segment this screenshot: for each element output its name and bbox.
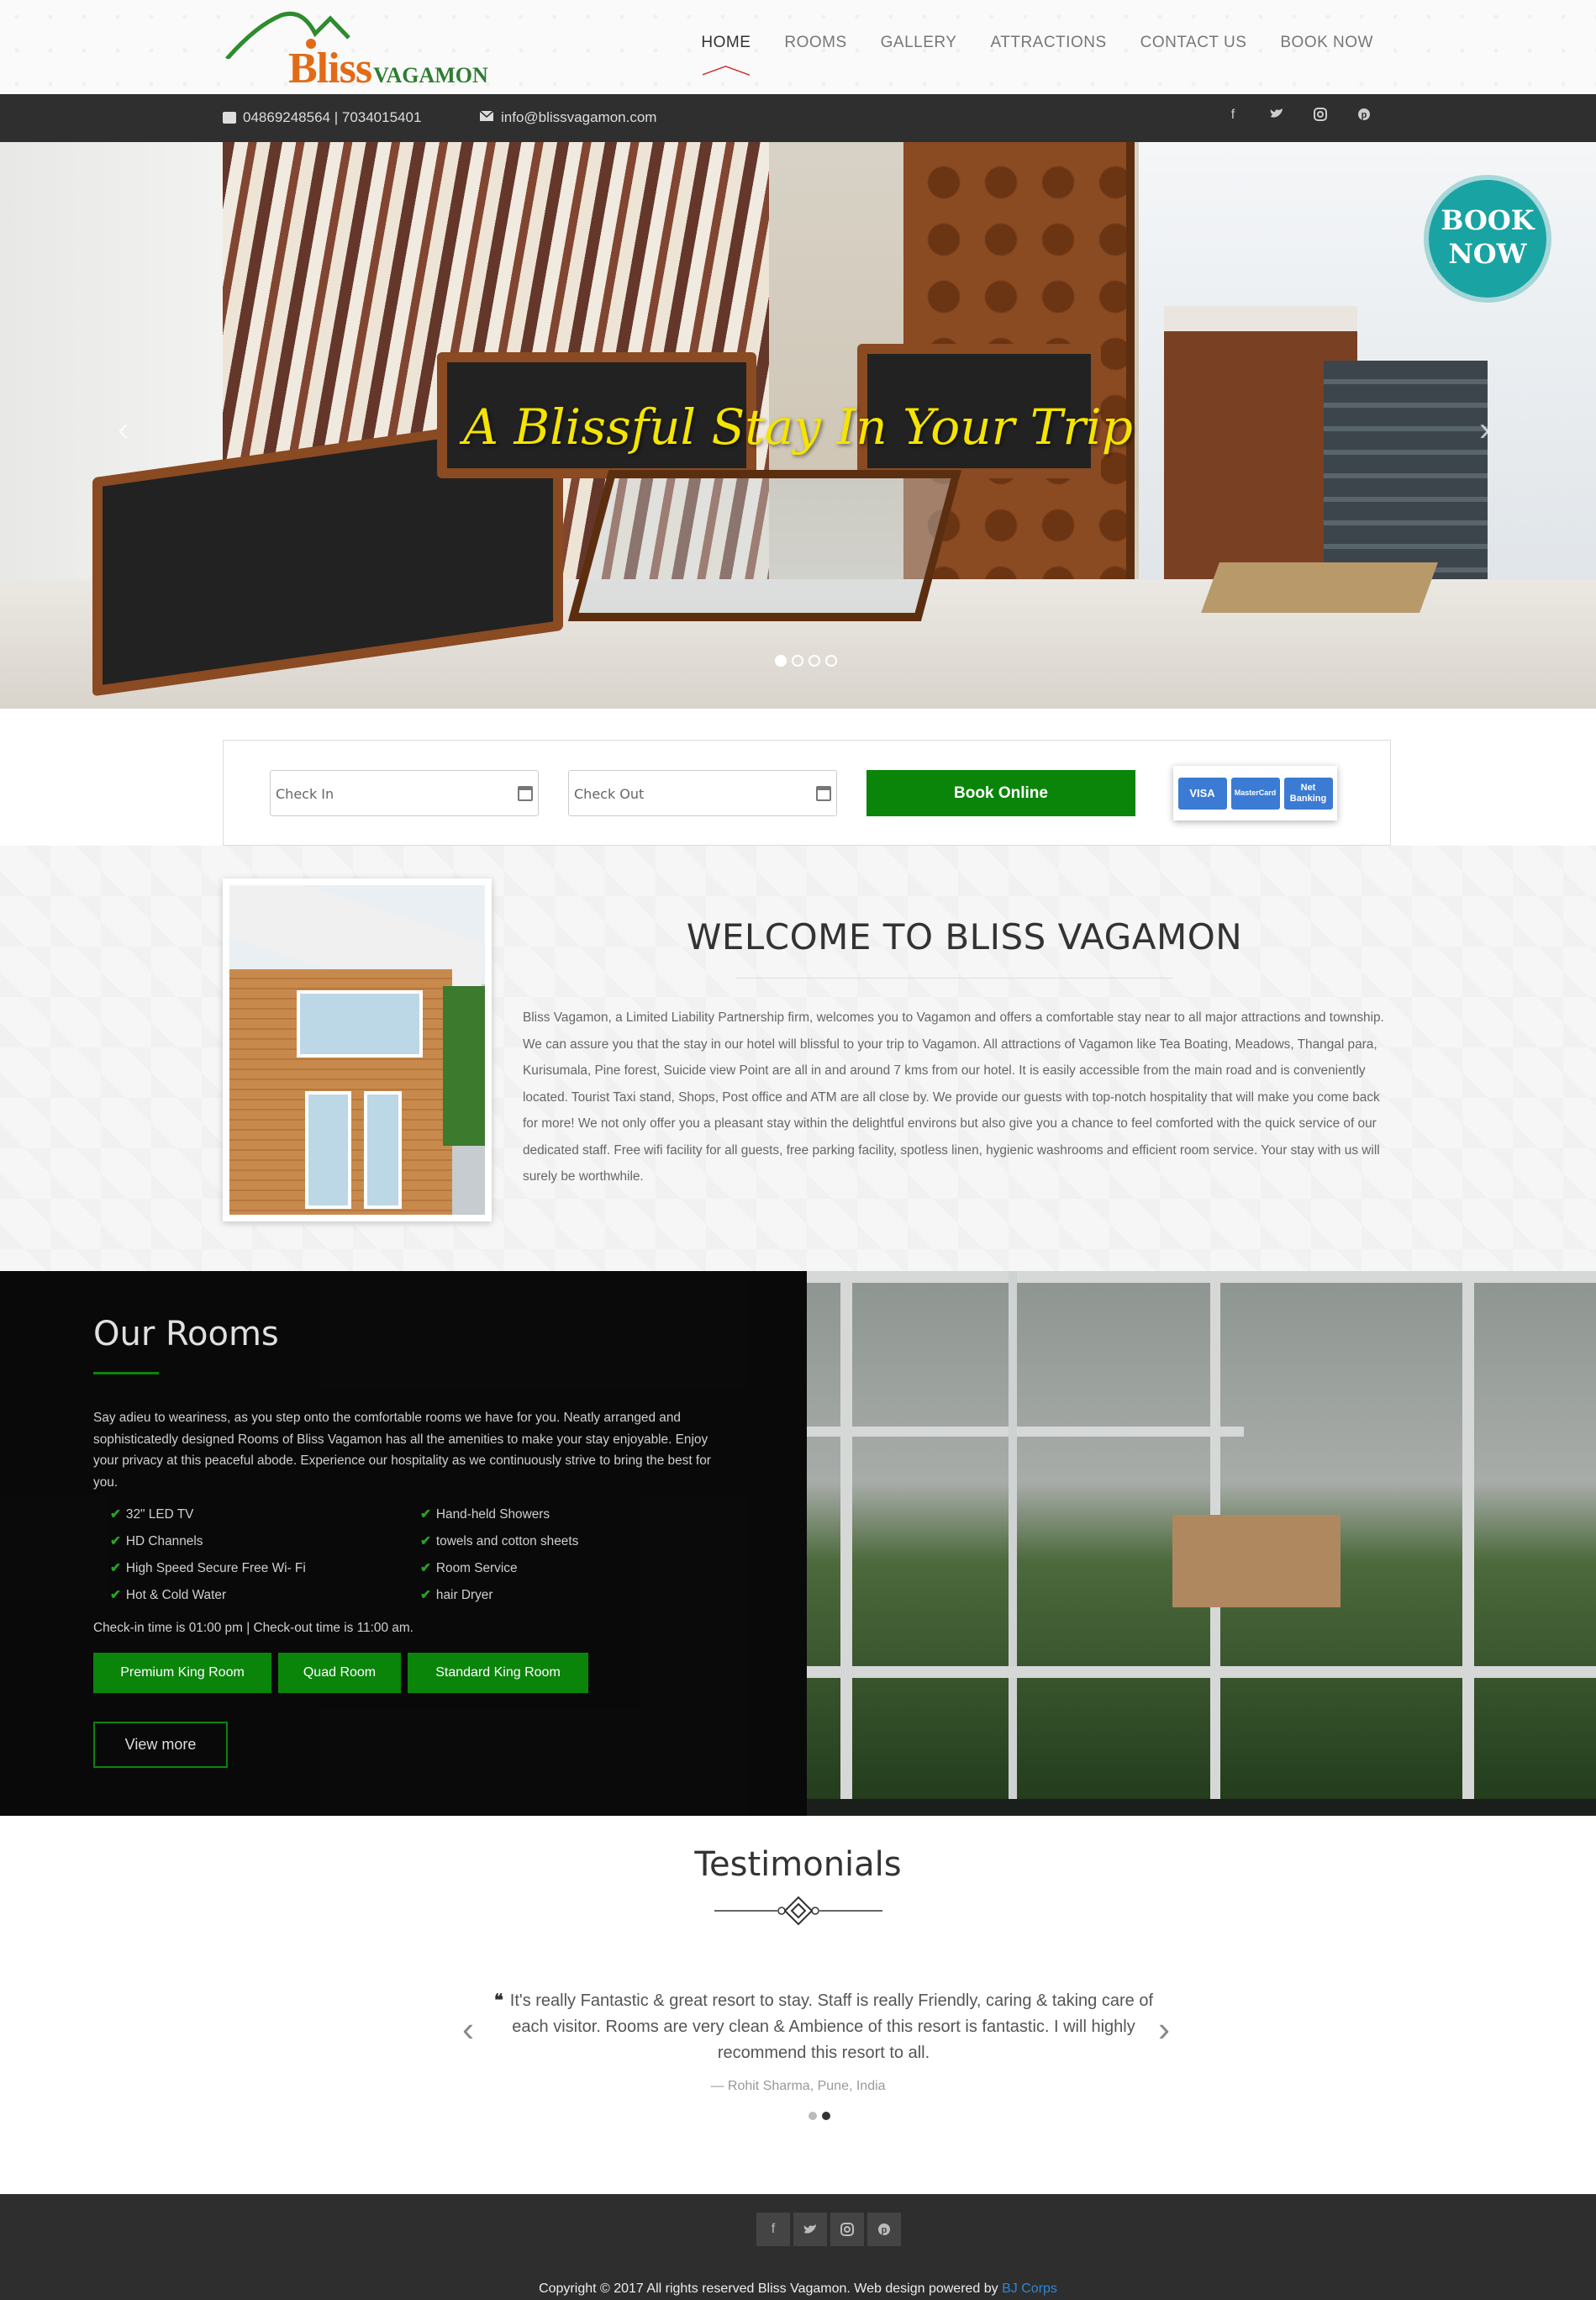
rooms-title: Our Rooms bbox=[93, 1315, 279, 1353]
copyright-text: Copyright © 2017 All rights reserved Bli… bbox=[539, 2282, 1057, 2296]
amenity-hd-channels: ✔ HD Channels bbox=[110, 1534, 203, 1548]
check-icon: ✔ bbox=[110, 1507, 121, 1522]
topbar-socials: f p bbox=[1224, 108, 1373, 125]
hero-title: A Blissful Stay In Your Trip bbox=[463, 398, 1133, 456]
facebook-icon[interactable]: f bbox=[756, 2213, 790, 2246]
premium-king-room-button[interactable]: Premium King Room bbox=[93, 1653, 271, 1693]
hero-dot-4[interactable] bbox=[825, 655, 837, 667]
hero-dot-3[interactable] bbox=[809, 655, 820, 667]
check-out-field[interactable]: Check Out bbox=[568, 770, 837, 816]
check-icon: ✔ bbox=[420, 1588, 431, 1602]
hero-prev-arrow[interactable]: ‹ bbox=[118, 411, 129, 449]
hero-dot-1[interactable] bbox=[775, 655, 787, 667]
testimonial-pagination bbox=[809, 2112, 830, 2120]
testimonial-dot-1[interactable] bbox=[809, 2112, 817, 2120]
hero-pagination bbox=[775, 655, 837, 667]
amenity-water: ✔ Hot & Cold Water bbox=[110, 1588, 227, 1602]
contact-topbar: 04869248564 | 7034015401 info@blissvagam… bbox=[0, 94, 1596, 142]
phone-icon bbox=[223, 112, 236, 124]
check-icon: ✔ bbox=[420, 1561, 431, 1575]
nav-attractions[interactable]: ATTRACTIONS bbox=[990, 34, 1106, 52]
main-nav: HOME ROOMS GALLERY ATTRACTIONS CONTACT U… bbox=[701, 34, 1373, 52]
nav-contact-us[interactable]: CONTACT US bbox=[1140, 34, 1247, 52]
mastercard-icon: MasterCard bbox=[1230, 777, 1280, 810]
quote-icon: ❝ bbox=[494, 1991, 503, 2010]
checkin-times: Check-in time is 01:00 pm | Check-out ti… bbox=[93, 1621, 413, 1635]
nav-home[interactable]: HOME bbox=[701, 34, 751, 52]
logo-brand: Bliss bbox=[288, 45, 372, 92]
welcome-title: WELCOME TO BLISS VAGAMON bbox=[686, 916, 1243, 957]
credit-link[interactable]: BJ Corps bbox=[1002, 2282, 1057, 2296]
hero-coffee-table bbox=[567, 470, 962, 621]
nav-rooms[interactable]: ROOMS bbox=[784, 34, 846, 52]
amenity-room-service: ✔ Room Service bbox=[420, 1561, 518, 1575]
amenity-hair-dryer: ✔ hair Dryer bbox=[420, 1588, 493, 1602]
footer-socials: f p bbox=[756, 2213, 901, 2246]
svg-text:p: p bbox=[882, 2225, 888, 2235]
standard-king-room-button[interactable]: Standard King Room bbox=[408, 1653, 588, 1693]
testimonial-author: — Rohit Sharma, Pune, India bbox=[710, 2079, 886, 2093]
visa-icon: VISA bbox=[1177, 777, 1227, 810]
phone-numbers: 04869248564 | 7034015401 bbox=[243, 109, 422, 125]
hero-slider: A Blissful Stay In Your Trip BOOK NOW ‹ … bbox=[0, 142, 1596, 709]
booking-bar: Check In Check Out Book Online VISA Mast… bbox=[223, 740, 1391, 846]
logo[interactable]: BlissVAGAMON bbox=[223, 8, 500, 92]
nav-gallery[interactable]: GALLERY bbox=[881, 34, 957, 52]
calendar-icon bbox=[518, 786, 533, 801]
hotel-photo bbox=[223, 878, 492, 1221]
svg-text:p: p bbox=[1362, 110, 1367, 120]
view-more-button[interactable]: View more bbox=[93, 1722, 228, 1768]
testimonial-next-arrow[interactable]: › bbox=[1158, 2009, 1170, 2049]
email-contact[interactable]: info@blissvagamon.com bbox=[479, 109, 656, 126]
site-footer: f p Copyright © 2017 All rights reserved… bbox=[0, 2194, 1596, 2300]
book-online-button[interactable]: Book Online bbox=[866, 770, 1135, 816]
amenity-towels: ✔ towels and cotton sheets bbox=[420, 1534, 579, 1548]
quad-room-button[interactable]: Quad Room bbox=[278, 1653, 401, 1693]
hero-next-arrow[interactable]: › bbox=[1479, 411, 1490, 449]
twitter-icon[interactable] bbox=[1267, 108, 1286, 125]
amenity-showers: ✔ Hand-held Showers bbox=[420, 1507, 550, 1522]
check-in-field[interactable]: Check In bbox=[270, 770, 539, 816]
instagram-icon[interactable] bbox=[1311, 108, 1330, 125]
twitter-icon[interactable] bbox=[793, 2213, 827, 2246]
envelope-icon bbox=[479, 109, 494, 126]
check-icon: ✔ bbox=[420, 1534, 431, 1548]
testimonial-quote: ❝ It's really Fantastic & great resort to… bbox=[494, 1991, 1153, 2062]
amenity-wifi: ✔ High Speed Secure Free Wi- Fi bbox=[110, 1561, 306, 1575]
testimonials-title: Testimonials bbox=[694, 1845, 902, 1884]
calendar-icon bbox=[816, 786, 831, 801]
phone-contact[interactable]: 04869248564 | 7034015401 bbox=[223, 109, 421, 126]
welcome-text: Bliss Vagamon, a Limited Liability Partn… bbox=[523, 1010, 1384, 1184]
rooms-divider bbox=[93, 1372, 159, 1374]
check-icon: ✔ bbox=[110, 1534, 121, 1548]
welcome-divider bbox=[735, 978, 1172, 979]
amenity-led-tv: ✔ 32" LED TV bbox=[110, 1507, 194, 1522]
payment-cards: VISA MasterCard Net Banking bbox=[1173, 766, 1337, 820]
rooms-text: Say adieu to weariness, as you step onto… bbox=[93, 1411, 711, 1490]
pinterest-icon[interactable]: p bbox=[1355, 108, 1373, 125]
book-now-badge[interactable]: BOOK NOW bbox=[1429, 180, 1546, 298]
facebook-icon[interactable]: f bbox=[1224, 108, 1242, 125]
email-address: info@blissvagamon.com bbox=[501, 109, 657, 125]
site-header: BlissVAGAMON HOME ROOMS GALLERY ATTRACTI… bbox=[0, 0, 1596, 94]
check-icon: ✔ bbox=[110, 1561, 121, 1575]
testimonial-dot-2[interactable] bbox=[822, 2112, 830, 2120]
nav-book-now[interactable]: BOOK NOW bbox=[1280, 34, 1373, 52]
check-icon: ✔ bbox=[420, 1507, 431, 1522]
logo-sub: VAGAMON bbox=[373, 63, 488, 87]
pinterest-icon[interactable]: p bbox=[867, 2213, 901, 2246]
net-banking-icon: Net Banking bbox=[1283, 777, 1333, 810]
ornament-divider-icon bbox=[714, 1896, 882, 1926]
instagram-icon[interactable] bbox=[830, 2213, 864, 2246]
check-icon: ✔ bbox=[110, 1588, 121, 1602]
hero-dot-2[interactable] bbox=[792, 655, 803, 667]
hero-stairs bbox=[1324, 361, 1488, 579]
rooms-window-photo bbox=[807, 1271, 1596, 1799]
testimonial-prev-arrow[interactable]: ‹ bbox=[462, 2009, 474, 2049]
